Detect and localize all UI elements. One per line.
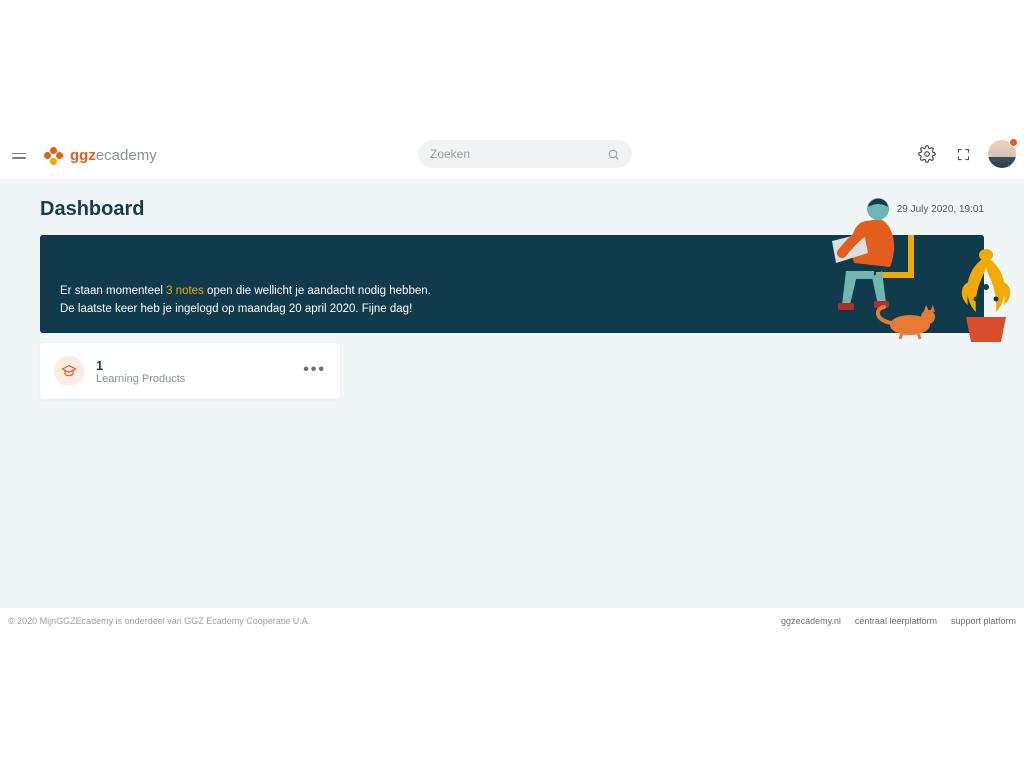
- page-footer: © 2020 MijnGGZEcademy is onderdeel van G…: [0, 612, 1024, 630]
- more-horizontal-icon: •••: [303, 361, 326, 378]
- expand-icon: [956, 147, 971, 162]
- card-texts: 1 Learning Products: [96, 358, 185, 385]
- card-label: Learning Products: [96, 373, 185, 385]
- graduation-cap-icon: [61, 363, 77, 379]
- logo-mark-icon: [44, 146, 64, 166]
- search-icon: [607, 148, 620, 161]
- footer-copyright: © 2020 MijnGGZEcademy is onderdeel van G…: [8, 616, 310, 626]
- gear-icon: [918, 145, 936, 163]
- search-input[interactable]: [430, 147, 590, 161]
- menu-toggle-button[interactable]: [12, 147, 30, 165]
- settings-button[interactable]: [916, 143, 938, 165]
- welcome-banner: Er staan momenteel 3 notes open die well…: [40, 235, 984, 333]
- page-timestamp: 29 July 2020, 19:01: [897, 204, 984, 215]
- footer-links: ggzecademy.nl centraal leerplatform supp…: [781, 616, 1016, 626]
- brand-logo[interactable]: ggzecademy: [44, 146, 157, 166]
- card-badge: [54, 356, 84, 386]
- page-title: Dashboard: [40, 198, 984, 221]
- banner-line1-pre: Er staan momenteel: [60, 285, 166, 297]
- header-actions: [916, 140, 1016, 168]
- main-content: Dashboard 29 July 2020, 19:01 Er staan m…: [0, 180, 1024, 608]
- footer-link-platform[interactable]: centraal leerplatform: [855, 616, 937, 626]
- learning-products-card[interactable]: 1 Learning Products •••: [40, 343, 340, 399]
- search-container: [418, 140, 632, 168]
- fullscreen-button[interactable]: [952, 143, 974, 165]
- footer-link-support[interactable]: support platform: [951, 616, 1016, 626]
- search-field-wrap[interactable]: [418, 140, 632, 168]
- logo-text-part1: ggz: [70, 147, 96, 164]
- card-more-button[interactable]: •••: [303, 361, 326, 379]
- banner-line2: De laatste keer heb je ingelogd op maand…: [60, 301, 964, 319]
- top-header: ggzecademy: [0, 132, 1024, 180]
- banner-line1-post: open die wellicht je aandacht nodig hebb…: [207, 285, 431, 297]
- banner-line1: Er staan momenteel 3 notes open die well…: [60, 283, 964, 301]
- logo-text: ggzecademy: [70, 147, 157, 164]
- logo-text-part2: ecademy: [96, 147, 157, 164]
- card-count: 1: [96, 358, 185, 373]
- notes-link[interactable]: 3 notes: [166, 285, 204, 297]
- user-avatar[interactable]: [988, 140, 1016, 168]
- footer-link-site[interactable]: ggzecademy.nl: [781, 616, 841, 626]
